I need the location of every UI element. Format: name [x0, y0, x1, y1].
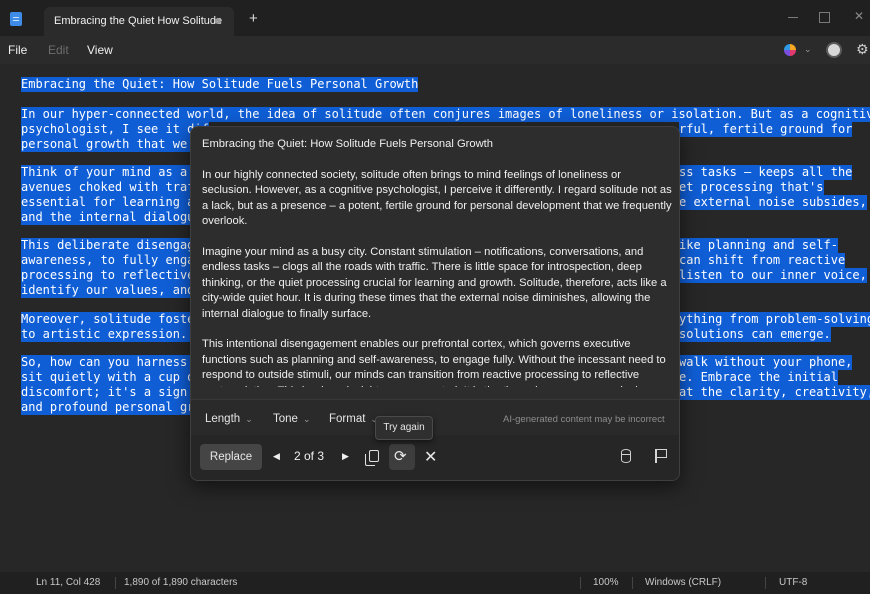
- data-source-icon[interactable]: [621, 449, 631, 463]
- character-count: 1,890 of 1,890 characters: [124, 577, 238, 588]
- editor-line: This deliberate disengag: [21, 238, 195, 253]
- settings-gear-icon[interactable]: ⚙: [856, 41, 869, 58]
- line-ending[interactable]: Windows (CRLF): [645, 577, 721, 588]
- rewrite-paragraph: Imagine your mind as a busy city. Consta…: [202, 245, 667, 320]
- editor-line: ss tasks – keeps all the: [679, 165, 853, 180]
- menu-bar: File Edit View ⌄ ⚙: [0, 36, 870, 64]
- rewrite-paragraph: This intentional disengagement enables o…: [202, 338, 666, 387]
- unsaved-dot-icon[interactable]: [215, 18, 221, 24]
- menu-view[interactable]: View: [87, 43, 113, 57]
- tone-dropdown[interactable]: Tone ⌄: [273, 413, 310, 425]
- editor-line: So, how can you harness t: [21, 355, 202, 370]
- new-tab-button[interactable]: +: [249, 11, 258, 26]
- editor-line: Moreover, solitude foster: [21, 312, 202, 327]
- account-avatar[interactable]: [826, 42, 842, 58]
- previous-version-icon[interactable]: ◀: [273, 451, 280, 462]
- minimize-button[interactable]: [782, 9, 804, 25]
- rewrite-options-bar: Length ⌄ Tone ⌄ Format⌄ AI-generated conte…: [191, 399, 679, 435]
- rewrite-paragraph: In our highly connected society, solitud…: [202, 168, 672, 228]
- editor-line: and the internal dialogue: [21, 210, 202, 225]
- encoding[interactable]: UTF-8: [779, 577, 807, 588]
- copy-icon[interactable]: [365, 450, 379, 466]
- editor-line: discomfort; it's a sign y: [21, 385, 202, 400]
- status-divider: [632, 577, 633, 589]
- editor-line: and profound personal gro: [21, 400, 202, 415]
- title-bar: Embracing the Quiet How Solitude + ✕: [0, 0, 870, 36]
- editor-line: personal growth that we t: [21, 137, 202, 152]
- rewrite-preview[interactable]: Embracing the Quiet: How Solitude Fuels …: [202, 137, 672, 387]
- editor-line: psychologist, I see it dif: [21, 122, 209, 137]
- editor-line: ything from problem-solving: [679, 312, 870, 327]
- editor-line: identify our values, and: [21, 283, 195, 298]
- copilot-icon[interactable]: [784, 44, 796, 56]
- editor-line: essential for learning ar: [21, 195, 202, 210]
- status-divider: [115, 577, 116, 589]
- length-label: Length: [205, 413, 241, 425]
- close-icon[interactable]: ✕: [424, 447, 437, 467]
- chevron-down-icon[interactable]: ⌄: [804, 44, 812, 55]
- editor-line: avenues choked with traf: [21, 180, 195, 195]
- editor-line: Embracing the Quiet: How Solitude Fuels …: [21, 77, 419, 92]
- editor-line: e external noise subsides,: [679, 195, 867, 210]
- status-divider: [580, 577, 581, 589]
- rewrite-actions-bar: Replace ◀ 2 of 3 ▶ ⟳ ✕: [191, 435, 679, 480]
- version-pager: 2 of 3: [294, 449, 325, 463]
- notepad-app-icon: [10, 12, 22, 26]
- replace-button[interactable]: Replace: [200, 444, 262, 470]
- length-dropdown[interactable]: Length ⌄: [205, 413, 253, 425]
- ai-disclaimer: AI-generated content may be incorrect: [503, 414, 665, 425]
- cursor-position: Ln 11, Col 428: [36, 577, 101, 588]
- editor-line: et processing that's: [679, 180, 824, 195]
- flag-icon[interactable]: [655, 449, 667, 463]
- editor-line: walk without your phone,: [679, 355, 853, 370]
- editor-line: e. Embrace the initial: [679, 370, 838, 385]
- rewrite-popup: Embracing the Quiet: How Solitude Fuels …: [190, 126, 680, 481]
- tab-title: Embracing the Quiet How Solitude: [54, 15, 223, 27]
- document-tab[interactable]: Embracing the Quiet How Solitude: [44, 7, 234, 36]
- editor-line: solutions can emerge.: [679, 327, 831, 342]
- editor-line: can shift from reactive: [679, 253, 846, 268]
- editor-line: ike planning and self-: [679, 238, 838, 253]
- chevron-down-icon: ⌄: [245, 414, 253, 424]
- next-version-icon[interactable]: ▶: [342, 451, 349, 462]
- rewrite-title: Embracing the Quiet: How Solitude Fuels …: [202, 138, 494, 150]
- refresh-icon: ⟳: [394, 448, 407, 465]
- editor-line: Think of your mind as a b: [21, 165, 202, 180]
- zoom-level[interactable]: 100%: [593, 577, 619, 588]
- editor-line: rful, fertile ground for: [679, 122, 853, 137]
- status-divider: [765, 577, 766, 589]
- maximize-button[interactable]: [813, 9, 835, 25]
- menu-file[interactable]: File: [8, 43, 27, 57]
- try-again-tooltip: Try again: [375, 416, 433, 440]
- editor-line: processing to reflective: [21, 268, 195, 283]
- format-label: Format: [329, 413, 366, 425]
- format-dropdown[interactable]: Format⌄: [329, 413, 378, 425]
- editor-line: listen to our inner voice,: [679, 268, 867, 283]
- tone-label: Tone: [273, 413, 298, 425]
- menu-edit[interactable]: Edit: [48, 43, 69, 57]
- editor-line: sit quietly with a cup o: [21, 370, 195, 385]
- editor-line: awareness, to fully engag: [21, 253, 202, 268]
- status-bar: Ln 11, Col 428 1,890 of 1,890 characters…: [0, 572, 870, 594]
- editor-line: at the clarity, creativity,: [679, 385, 870, 400]
- chevron-down-icon: ⌄: [302, 414, 311, 424]
- try-again-button[interactable]: ⟳: [389, 444, 415, 470]
- editor-line: In our hyper-connected world, the idea o…: [21, 107, 870, 122]
- close-window-button[interactable]: ✕: [848, 9, 870, 25]
- editor-line: to artistic expression. I: [21, 327, 202, 342]
